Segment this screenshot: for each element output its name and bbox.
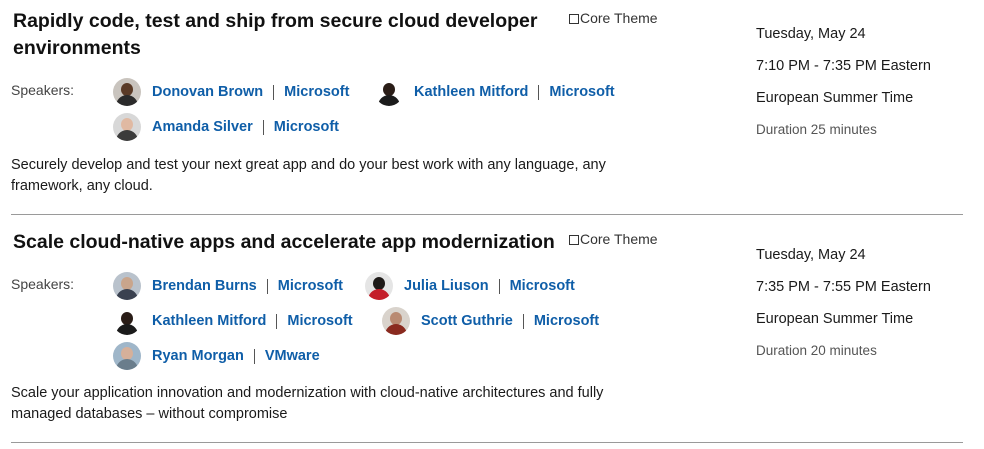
speaker-org[interactable]: Microsoft [278, 278, 343, 294]
session-duration: Duration 25 minutes [756, 122, 877, 137]
speakers-label: Speakers: [11, 276, 75, 292]
speaker-kathleen-mitford[interactable]: Kathleen Mitford Microsoft [375, 76, 615, 108]
checkbox-icon [569, 13, 579, 24]
avatar [365, 272, 393, 300]
session-description: Securely develop and test your next grea… [11, 157, 606, 194]
checkbox-icon [569, 234, 579, 245]
speaker-donovan-brown[interactable]: Donovan Brown Microsoft [113, 76, 349, 108]
separator [522, 313, 524, 329]
theme-tag: Core Theme [569, 231, 658, 247]
session-date: Tuesday, May 24 [756, 26, 866, 42]
speaker-kathleen-mitford[interactable]: Kathleen Mitford Microsoft [113, 305, 353, 337]
speaker-name[interactable]: Julia Liuson [404, 278, 489, 294]
speaker-org[interactable]: Microsoft [534, 313, 599, 329]
theme-label: Core Theme [580, 10, 658, 26]
session-duration: Duration 20 minutes [756, 343, 877, 358]
session-title[interactable]: Rapidly code, test and ship from secure … [13, 8, 553, 62]
speaker-org[interactable]: VMware [265, 348, 320, 364]
session-timezone: European Summer Time [756, 90, 914, 106]
session-timezone: European Summer Time [756, 311, 914, 327]
speaker-name[interactable]: Donovan Brown [152, 84, 263, 100]
speaker-name[interactable]: Ryan Morgan [152, 348, 244, 364]
separator [262, 119, 264, 135]
session-description: Scale your application innovation and mo… [11, 385, 604, 422]
speaker-org[interactable]: Microsoft [510, 278, 575, 294]
speaker-name[interactable]: Brendan Burns [152, 278, 257, 294]
separator [538, 84, 540, 100]
speaker-name[interactable]: Scott Guthrie [421, 313, 513, 329]
avatar [375, 78, 403, 106]
separator [498, 278, 500, 294]
separator [273, 84, 275, 100]
speaker-name[interactable]: Amanda Silver [152, 119, 253, 135]
theme-label: Core Theme [580, 231, 658, 247]
avatar [113, 342, 141, 370]
speakers-label: Speakers: [11, 82, 75, 98]
speaker-org[interactable]: Microsoft [274, 119, 339, 135]
speaker-ryan-morgan[interactable]: Ryan Morgan VMware [113, 340, 320, 372]
speaker-amanda-silver[interactable]: Amanda Silver Microsoft [113, 111, 339, 143]
avatar [113, 113, 141, 141]
speaker-julia-liuson[interactable]: Julia Liuson Microsoft [365, 270, 575, 302]
speaker-org[interactable]: Microsoft [549, 84, 614, 100]
separator [276, 313, 278, 329]
speaker-name[interactable]: Kathleen Mitford [152, 313, 266, 329]
session-time: 7:35 PM - 7:55 PM Eastern [756, 279, 931, 295]
avatar [382, 307, 410, 335]
session-title[interactable]: Scale cloud-native apps and accelerate a… [13, 229, 573, 256]
speaker-org[interactable]: Microsoft [287, 313, 352, 329]
avatar [113, 272, 141, 300]
speaker-brendan-burns[interactable]: Brendan Burns Microsoft [113, 270, 343, 302]
divider [11, 214, 963, 215]
separator [266, 278, 268, 294]
theme-tag: Core Theme [569, 10, 658, 26]
separator [253, 348, 255, 364]
speaker-scott-guthrie[interactable]: Scott Guthrie Microsoft [382, 305, 599, 337]
divider [11, 442, 963, 443]
avatar [113, 307, 141, 335]
speaker-name[interactable]: Kathleen Mitford [414, 84, 528, 100]
session-date: Tuesday, May 24 [756, 247, 866, 263]
avatar [113, 78, 141, 106]
session-time: 7:10 PM - 7:35 PM Eastern [756, 58, 931, 74]
speaker-org[interactable]: Microsoft [284, 84, 349, 100]
